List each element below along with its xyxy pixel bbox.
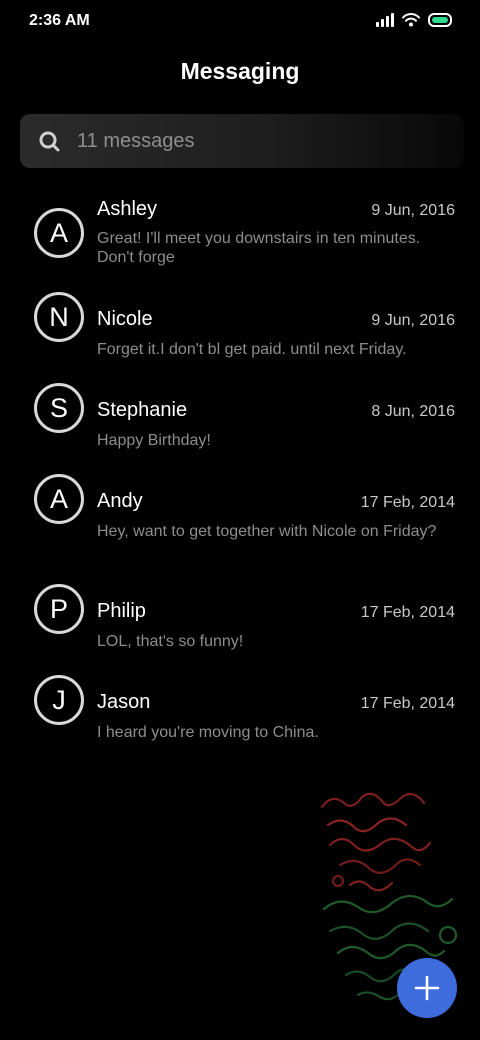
contact-name: Philip (97, 600, 146, 622)
avatar[interactable]: A (34, 208, 84, 258)
conversation-list: A Ashley 9 Jun, 2016 Great! I'll meet yo… (0, 184, 480, 750)
message-date: 9 Jun, 2016 (371, 312, 455, 329)
avatar[interactable]: N (34, 292, 84, 342)
status-time: 2:36 AM (29, 12, 90, 29)
contact-name: Nicole (97, 308, 153, 330)
message-snippet: Great! I'll meet you downstairs in ten m… (97, 230, 421, 266)
conversation-item[interactable]: A Ashley 9 Jun, 2016 Great! I'll meet yo… (0, 184, 480, 276)
avatar[interactable]: A (34, 474, 84, 524)
contact-name: Ashley (97, 198, 158, 220)
avatar[interactable]: P (34, 584, 84, 634)
battery-icon (428, 13, 452, 27)
message-snippet: LOL, that's so funny! (97, 633, 244, 650)
message-date: 17 Feb, 2014 (360, 604, 455, 621)
contact-name: Andy (97, 490, 143, 512)
search-input[interactable] (77, 129, 397, 153)
message-date: 17 Feb, 2014 (360, 494, 455, 511)
message-date: 8 Jun, 2016 (371, 403, 455, 420)
signal-icon (376, 13, 394, 27)
message-snippet: Forget it.I don't bl get paid. until nex… (97, 341, 407, 358)
wifi-icon (402, 13, 420, 27)
search-icon (39, 131, 60, 152)
conversation-item[interactable]: P Philip 17 Feb, 2014 LOL, that's so fun… (0, 568, 480, 659)
contact-name: Jason (97, 691, 151, 713)
message-date: 9 Jun, 2016 (371, 202, 455, 219)
message-date: 17 Feb, 2014 (360, 695, 455, 712)
status-bar: 2:36 AM (0, 0, 480, 44)
message-snippet: Hey, want to get together with Nicole on… (97, 523, 437, 540)
contact-name: Stephanie (97, 399, 188, 421)
conversation-item[interactable]: J Jason 17 Feb, 2014 I heard you're movi… (0, 659, 480, 750)
search-bar[interactable] (20, 114, 464, 168)
conversation-item[interactable]: N Nicole 9 Jun, 2016 Forget it.I don't b… (0, 276, 480, 367)
conversation-item[interactable]: A Andy 17 Feb, 2014 Hey, want to get tog… (0, 458, 480, 568)
status-icons (376, 13, 452, 27)
page-title: Messaging (180, 58, 300, 84)
plus-icon (414, 975, 440, 1001)
compose-button[interactable] (397, 958, 457, 1018)
message-snippet: I heard you're moving to China. (97, 724, 319, 741)
battery-level (432, 17, 448, 23)
message-snippet: Happy Birthday! (97, 432, 211, 449)
avatar[interactable]: J (34, 675, 84, 725)
conversation-item[interactable]: S Stephanie 8 Jun, 2016 Happy Birthday! (0, 367, 480, 458)
avatar[interactable]: S (34, 383, 84, 433)
messaging-screen: 2:36 AM Messaging A Ashley (0, 0, 480, 1040)
